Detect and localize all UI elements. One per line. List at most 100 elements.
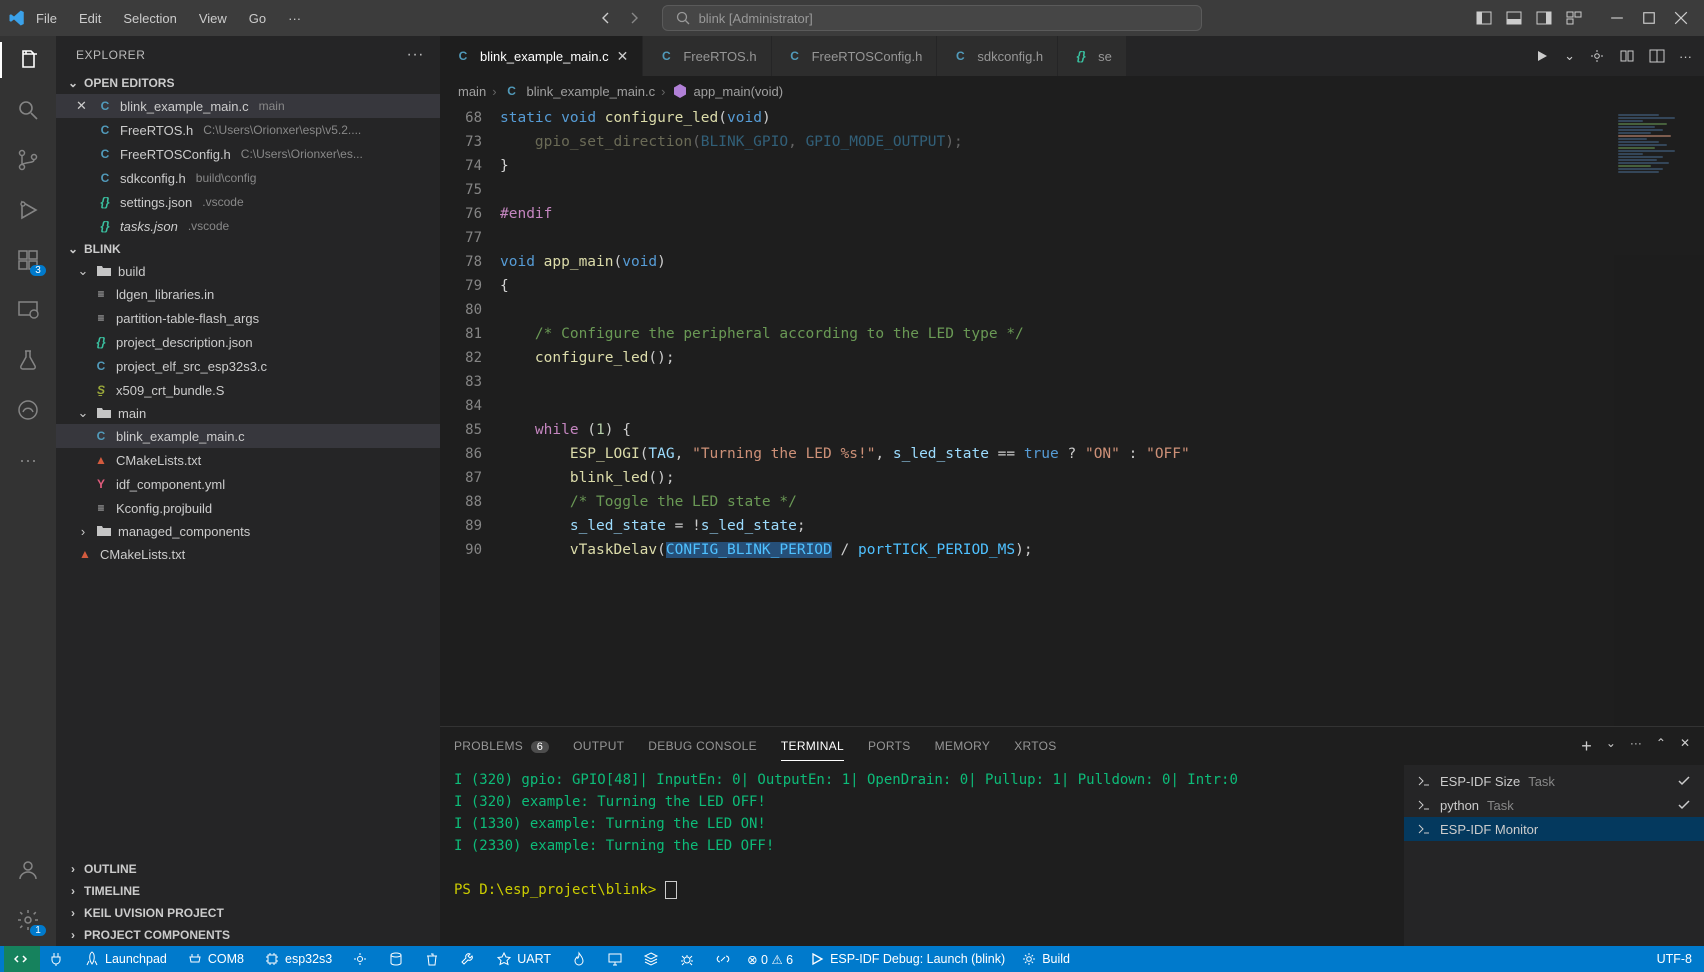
minimap[interactable] [1614,106,1704,726]
open-editor-item[interactable]: Csdkconfig.hbuild\config [56,166,440,190]
activity-account[interactable] [14,856,42,884]
terminal-output[interactable]: I (320) gpio: GPIO[48]| InputEn: 0| Outp… [440,765,1404,946]
editor-tab[interactable]: Csdkconfig.h [937,36,1058,76]
panel-tab-problems[interactable]: PROBLEMS 6 [454,731,549,761]
file-item[interactable]: ≡partition-table-flash_args [56,306,440,330]
panel-tab-ports[interactable]: PORTS [868,731,911,761]
menu-edit[interactable]: Edit [69,7,111,30]
editor-tab[interactable]: CFreeRTOS.h [643,36,771,76]
file-item[interactable]: ≡ldgen_libraries.in [56,282,440,306]
section-header[interactable]: ›TIMELINE [56,880,440,902]
gear-icon[interactable] [1589,48,1605,64]
code-content[interactable]: static void configure_led(void) gpio_set… [500,106,1614,726]
status-item-star[interactable]: UART [488,946,559,972]
project-header[interactable]: ⌄ BLINK [56,238,440,260]
status-item-bug[interactable] [671,946,703,972]
close-icon[interactable]: ✕ [76,98,90,114]
status-item-flame[interactable] [563,946,595,972]
activity-test[interactable] [14,346,42,374]
layout-panel-right-icon[interactable] [1536,10,1552,26]
chevron-down-icon[interactable]: ⌄ [1606,736,1616,757]
status-errors-warnings[interactable]: ⊗ 0 ⚠ 6 [739,946,801,972]
section-header[interactable]: ›KEIL UVISION PROJECT [56,902,440,924]
file-item[interactable]: Cblink_example_main.c [56,424,440,448]
window-close-icon[interactable] [1674,11,1688,25]
panel-tab-memory[interactable]: MEMORY [935,731,991,761]
nav-back-icon[interactable] [598,10,614,26]
activity-remote[interactable] [14,296,42,324]
status-debug-config[interactable]: ESP-IDF Debug: Launch (blink) [801,946,1013,972]
menu-view[interactable]: View [189,7,237,30]
panel-tab-terminal[interactable]: TERMINAL [781,731,844,761]
editor-tab[interactable]: {}se [1058,36,1127,76]
more-icon[interactable]: ··· [1679,49,1692,64]
file-item[interactable]: S̱x509_crt_bundle.S [56,378,440,402]
more-icon[interactable]: ··· [1630,736,1642,757]
status-item-link[interactable] [707,946,739,972]
folder-item[interactable]: ⌄main [56,402,440,424]
open-editor-item[interactable]: {}settings.json.vscode [56,190,440,214]
run-icon[interactable] [1534,48,1550,64]
status-item-monitor[interactable] [599,946,631,972]
editor-tab[interactable]: Cblink_example_main.c✕ [440,36,643,76]
status-item-plug[interactable] [40,946,72,972]
status-item-stack[interactable] [635,946,667,972]
explorer-more-icon[interactable]: ··· [407,46,424,64]
activity-debug[interactable] [14,196,42,224]
file-item[interactable]: ≡Kconfig.projbuild [56,496,440,520]
activity-overflow[interactable]: ··· [14,446,42,474]
close-icon[interactable]: ✕ [617,48,629,65]
editor-tab[interactable]: CFreeRTOSConfig.h [772,36,938,76]
status-item-wrench[interactable] [452,946,484,972]
breadcrumb[interactable]: main› C blink_example_main.c› app_main(v… [440,76,1704,106]
open-editor-item[interactable]: ✕Cblink_example_main.cmain [56,94,440,118]
terminal-task-item[interactable]: python Task [1404,793,1704,817]
status-item-db[interactable] [380,946,412,972]
panel-tab-xrtos[interactable]: XRTOS [1014,731,1056,761]
status-item-chip[interactable]: esp32s3 [256,946,340,972]
activity-extensions[interactable]: 3 [14,246,42,274]
activity-scm[interactable] [14,146,42,174]
open-editor-item[interactable]: {}tasks.json.vscode [56,214,440,238]
activity-espidf[interactable] [14,396,42,424]
file-item[interactable]: Yidf_component.yml [56,472,440,496]
panel-tab-output[interactable]: OUTPUT [573,731,624,761]
layout-panel-bottom-icon[interactable] [1506,10,1522,26]
layout-panel-left-icon[interactable] [1476,10,1492,26]
panel-tab-debug console[interactable]: DEBUG CONSOLE [648,731,757,761]
close-panel-icon[interactable]: ✕ [1680,736,1690,757]
status-encoding[interactable]: UTF-8 [1649,946,1700,972]
file-item[interactable]: ▲CMakeLists.txt [56,542,440,566]
window-minimize-icon[interactable] [1610,11,1624,25]
compare-icon[interactable] [1619,48,1635,64]
open-editors-header[interactable]: ⌄ OPEN EDITORS [56,72,440,94]
command-center[interactable]: blink [Administrator] [662,5,1202,31]
status-item-gear[interactable] [344,946,376,972]
file-item[interactable]: Cproject_elf_src_esp32s3.c [56,354,440,378]
section-header[interactable]: ›OUTLINE [56,858,440,880]
file-item[interactable]: ▲CMakeLists.txt [56,448,440,472]
maximize-panel-icon[interactable]: ⌃ [1656,736,1666,757]
folder-item[interactable]: ›managed_components [56,520,440,542]
activity-settings[interactable]: 1 [14,906,42,934]
nav-forward-icon[interactable] [626,10,642,26]
menu-overflow[interactable]: ··· [278,7,311,30]
layout-customize-icon[interactable] [1566,10,1582,26]
window-maximize-icon[interactable] [1642,11,1656,25]
split-icon[interactable] [1649,48,1665,64]
new-terminal-icon[interactable]: + [1581,736,1592,757]
file-item[interactable]: {}project_description.json [56,330,440,354]
status-item-plug2[interactable]: COM8 [179,946,252,972]
terminal-task-item[interactable]: ESP-IDF Size Task [1404,769,1704,793]
menu-file[interactable]: File [26,7,67,30]
open-editor-item[interactable]: CFreeRTOSConfig.hC:\Users\Orionxer\es... [56,142,440,166]
open-editor-item[interactable]: CFreeRTOS.hC:\Users\Orionxer\esp\v5.2...… [56,118,440,142]
terminal-task-item[interactable]: ESP-IDF Monitor [1404,817,1704,841]
folder-item[interactable]: ⌄build [56,260,440,282]
status-remote[interactable] [4,946,40,972]
status-item-rocket[interactable]: Launchpad [76,946,175,972]
chevron-down-icon[interactable]: ⌄ [1564,48,1575,64]
status-item-trash[interactable] [416,946,448,972]
activity-explorer[interactable] [14,46,42,74]
menu-selection[interactable]: Selection [113,7,186,30]
